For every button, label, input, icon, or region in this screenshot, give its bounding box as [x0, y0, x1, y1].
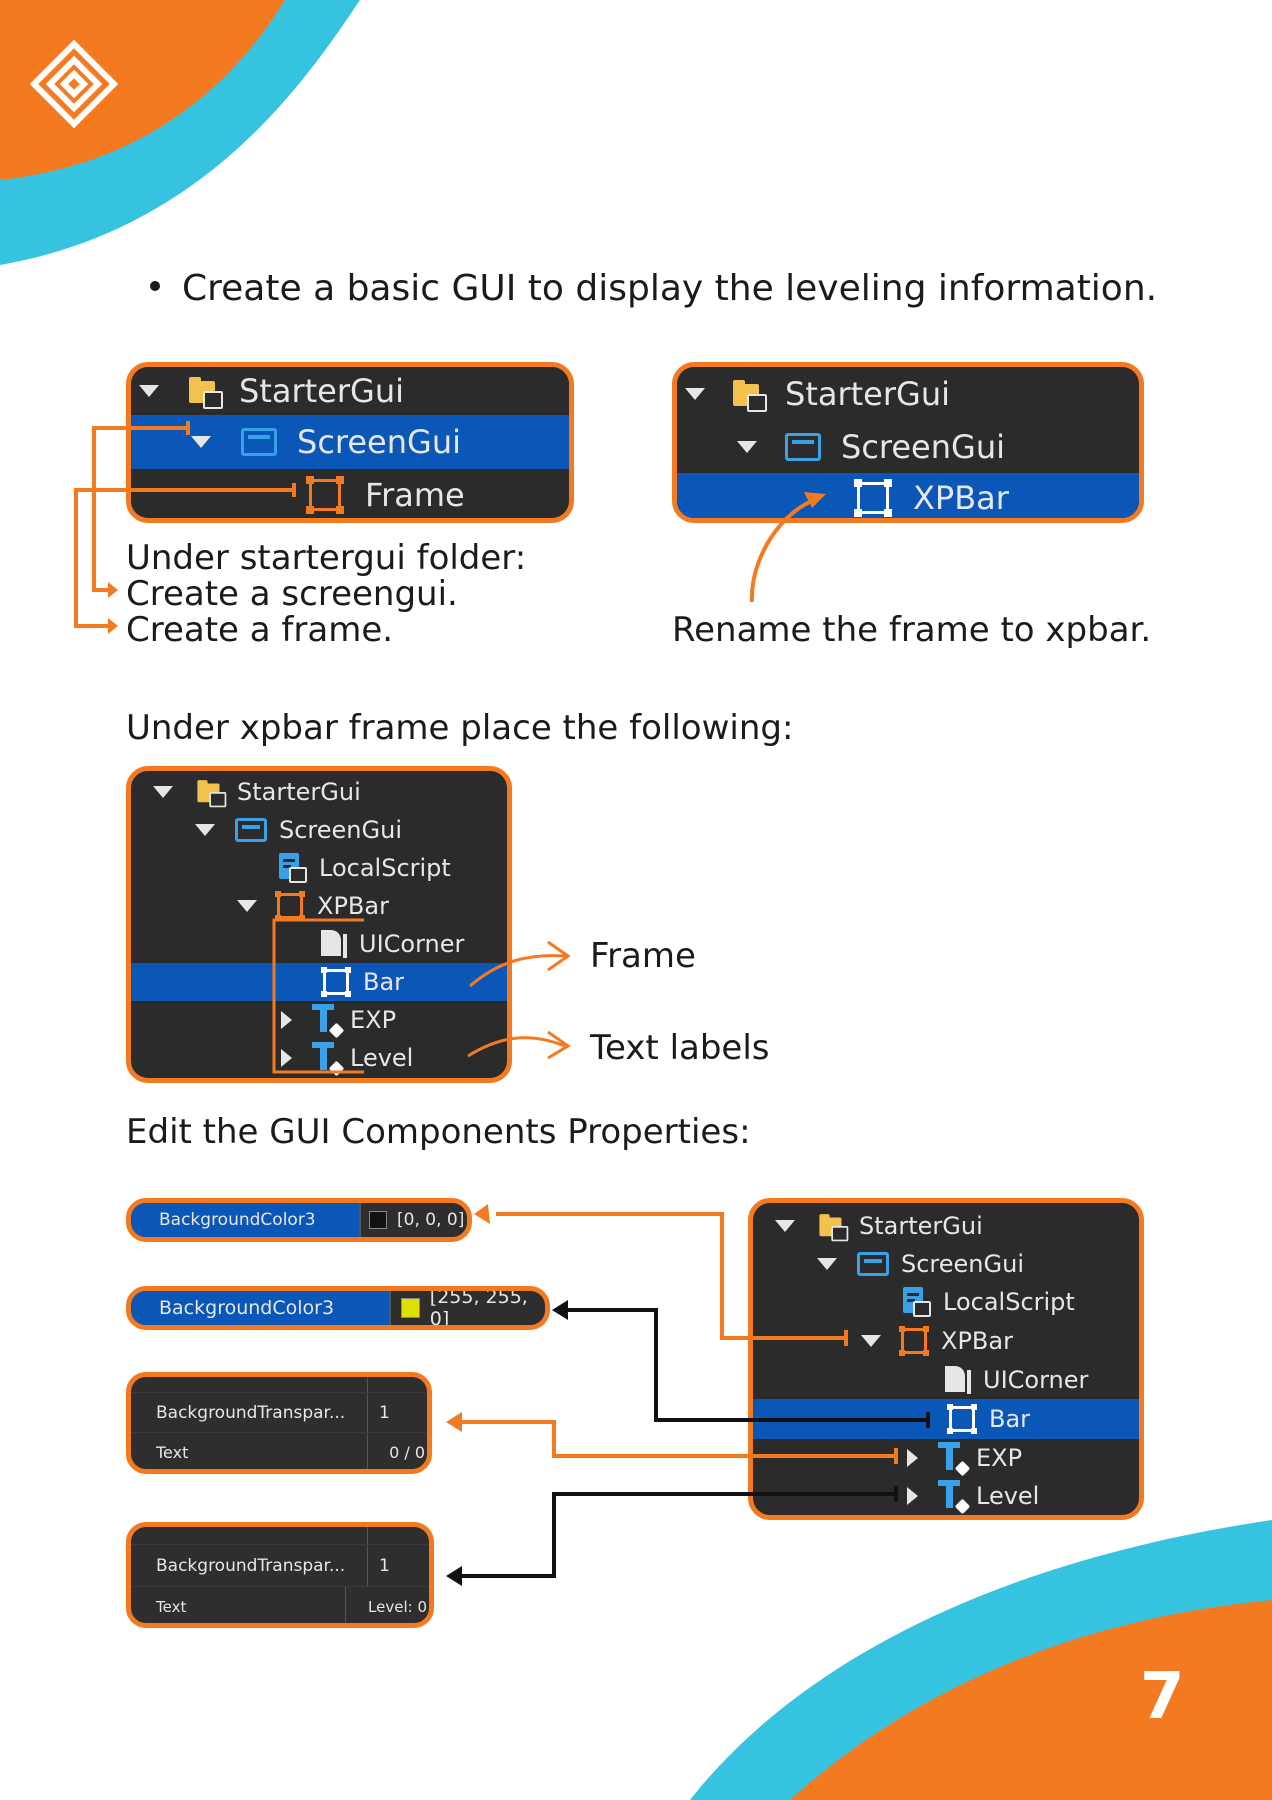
- page-number: 7: [1140, 1660, 1185, 1734]
- property-connectors: [446, 1204, 930, 1586]
